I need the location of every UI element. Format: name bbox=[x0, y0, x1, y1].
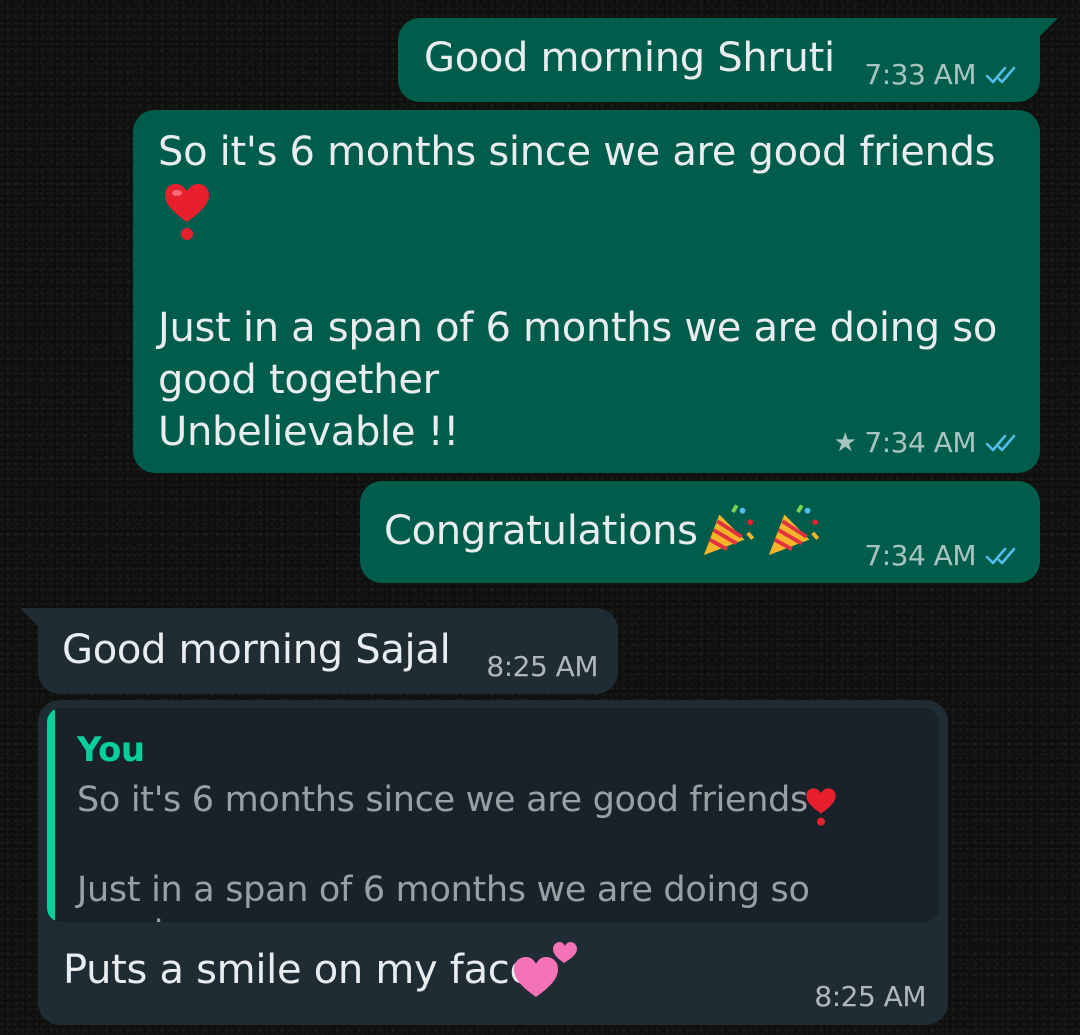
party-popper-icon bbox=[703, 504, 755, 556]
quote-line: So it's 6 months since we are good frien… bbox=[77, 780, 808, 820]
quote-line: Just in a span of 6 months we are doing … bbox=[77, 870, 810, 922]
message-time: 8:25 AM bbox=[814, 980, 926, 1013]
double-check-icon bbox=[985, 66, 1016, 83]
heart-exclamation-icon bbox=[165, 184, 209, 240]
quote-accent-bar bbox=[47, 708, 55, 922]
message-meta: 8:25 AM bbox=[814, 980, 926, 1013]
message-meta: ★ 7:34 AM bbox=[834, 426, 1022, 459]
message-bubble-incoming[interactable]: You So it's 6 months since we are good f… bbox=[38, 700, 948, 1025]
message-time: 8:25 AM bbox=[486, 650, 598, 683]
quoted-message[interactable]: You So it's 6 months since we are good f… bbox=[47, 708, 939, 922]
party-popper-icon bbox=[768, 504, 820, 556]
message-bubble-incoming[interactable]: Good morning Sajal 8:25 AM bbox=[20, 608, 618, 694]
message-time: 7:34 AM bbox=[864, 539, 976, 572]
double-check-icon bbox=[985, 547, 1016, 564]
message-text: Good morning Shruti bbox=[424, 35, 835, 81]
message-bubble-outgoing[interactable]: Good morning Shruti 7:33 AM bbox=[398, 18, 1058, 102]
message-text: Good morning Sajal bbox=[62, 627, 451, 673]
message-bubble-outgoing[interactable]: So it's 6 months since we are good frien… bbox=[133, 110, 1040, 473]
double-check-icon bbox=[985, 434, 1016, 451]
message-time: 7:33 AM bbox=[864, 58, 976, 91]
heart-exclamation-icon bbox=[806, 788, 836, 826]
message-meta: 7:33 AM bbox=[864, 58, 1022, 91]
bubble-tail bbox=[20, 608, 42, 630]
two-hearts-icon bbox=[514, 942, 577, 997]
message-text: Puts a smile on my face bbox=[63, 947, 534, 993]
message-bubble-outgoing[interactable]: Congratulations 7:34 AM bbox=[360, 481, 1040, 583]
message-text: So it's 6 months since we are good frien… bbox=[158, 129, 996, 175]
quote-author: You bbox=[77, 730, 145, 770]
message-time: 7:34 AM bbox=[864, 426, 976, 459]
message-meta: 8:25 AM bbox=[486, 650, 598, 683]
bubble-tail bbox=[1036, 18, 1058, 40]
star-icon: ★ bbox=[833, 427, 857, 458]
message-text: Congratulations bbox=[384, 508, 698, 554]
message-meta: 7:34 AM bbox=[864, 539, 1022, 572]
